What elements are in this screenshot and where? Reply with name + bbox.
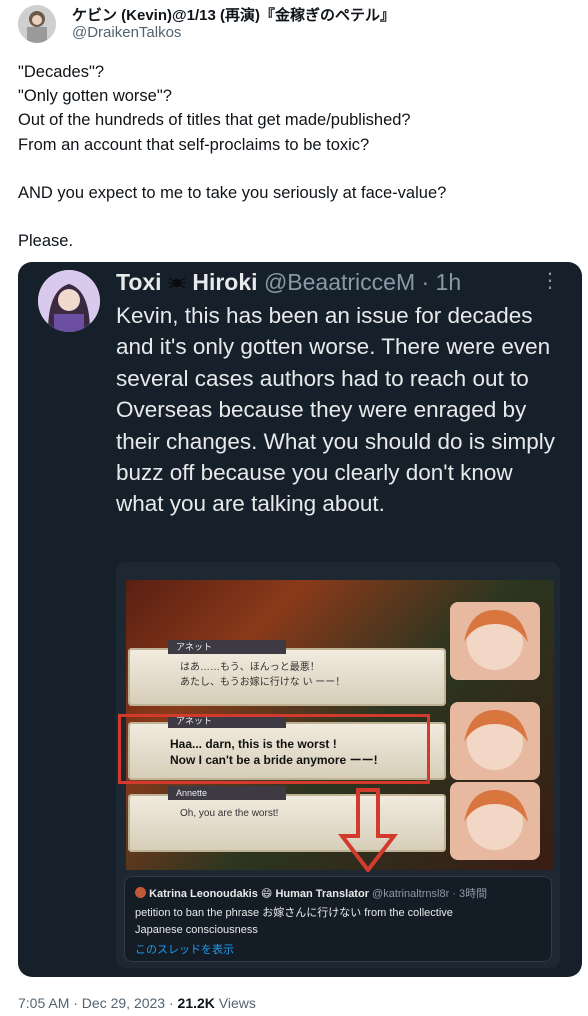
character-portrait <box>450 702 540 780</box>
red-highlight-box <box>118 714 430 784</box>
dialogue-text: はあ……もう、ほんっと最悪！ あたし、もうお嫁に行けな い ーー！ <box>180 662 346 688</box>
views-count[interactable]: 21.2K <box>178 995 215 1011</box>
character-portrait <box>450 782 540 860</box>
tweet-footer: 7:05 AM · Dec 29, 2023 · 21.2K Views <box>18 995 256 1011</box>
emoji-icon: 😄 <box>260 888 273 900</box>
dialogue-speaker: アネット <box>168 640 286 654</box>
quoted-name-first: Toxi <box>116 269 162 295</box>
dialogue-text: Oh, you are the worst! <box>180 808 279 819</box>
red-arrow-down-icon <box>337 788 399 877</box>
embed-text: petition to ban the phrase お嫁さんに行けない fro… <box>135 907 453 936</box>
quoted-screenshot-image: Toxi Hiroki @BeaatricceM · 1h ⋮ Kevin, t… <box>18 262 582 977</box>
character-portrait <box>450 602 540 680</box>
tweet-text: "Decades"? "Only gotten worse"? Out of t… <box>18 63 447 251</box>
author-avatar[interactable] <box>18 5 56 43</box>
author-name[interactable]: ケビン (Kevin)@1/13 (再演)『金稼ぎのペテル』 <box>72 4 395 25</box>
game-screenshot: アネット はあ……もう、ほんっと最悪！ あたし、もうお嫁に行けな い ーー！ ア… <box>116 562 560 968</box>
dialogue-box-official: Annette Oh, you are the worst! <box>128 786 446 852</box>
author-handle[interactable]: @DraikenTalkos <box>72 24 181 41</box>
quoted-handle-time: @BeaatricceM · 1h <box>263 269 462 295</box>
tweet-timestamp[interactable]: 7:05 AM · Dec 29, 2023 · <box>18 995 178 1011</box>
dialogue-box-japanese: アネット はあ……もう、ほんっと最悪！ あたし、もうお嫁に行けな い ーー！ <box>128 640 446 706</box>
quoted-text: Kevin, this has been an issue for decade… <box>116 303 555 517</box>
views-label: Views <box>214 995 256 1011</box>
quoted-avatar <box>38 270 100 332</box>
quoted-name: Toxi Hiroki @BeaatricceM · 1h <box>116 269 461 296</box>
embed-title: Human Translator <box>275 888 369 900</box>
dialogue-speaker: Annette <box>168 786 286 800</box>
spider-icon <box>168 269 192 295</box>
embedded-tweet: Katrina Leonoudakis 😄 Human Translator @… <box>124 876 552 962</box>
show-thread-link: このスレッドを表示 <box>135 944 234 956</box>
embed-name: Katrina Leonoudakis <box>149 888 258 900</box>
embed-avatar-icon <box>135 887 146 898</box>
quoted-name-second: Hiroki <box>192 269 258 295</box>
more-options-icon: ⋮ <box>540 270 560 292</box>
embedded-tweet-header: Katrina Leonoudakis 😄 Human Translator @… <box>135 885 487 901</box>
embed-handle-time: @katrinaltrnsl8r · 3時間 <box>372 888 488 900</box>
